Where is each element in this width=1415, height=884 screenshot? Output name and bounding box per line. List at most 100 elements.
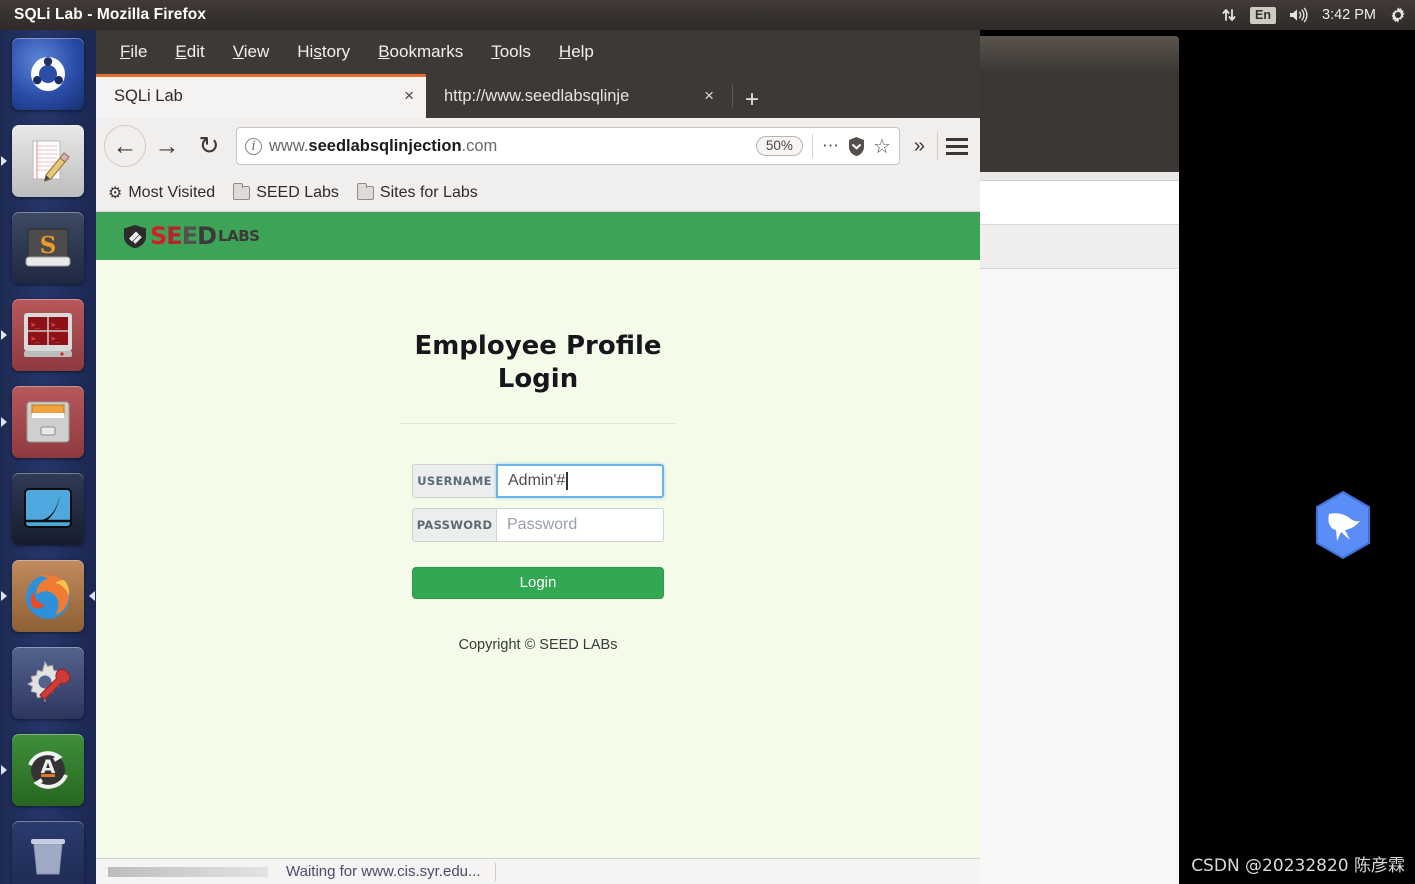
username-label: USERNAME	[412, 463, 496, 498]
username-value: Admin'#	[508, 471, 566, 489]
pocket-icon[interactable]	[847, 136, 866, 157]
gear-power-icon[interactable]	[1389, 6, 1407, 24]
web-page-viewport: SEED LABS Employee Profile Login USERNAM…	[96, 212, 980, 884]
clock[interactable]: 3:42 PM	[1322, 7, 1376, 23]
volume-icon[interactable]	[1289, 7, 1309, 23]
bookmark-seed-labs[interactable]: SEED Labs	[233, 182, 339, 202]
background-window-strip	[964, 172, 1179, 180]
launcher-item-system-settings[interactable]	[0, 639, 96, 726]
url-text: www.seedlabsqlinjection.com	[269, 137, 749, 156]
bookmarks-toolbar: ⚙ Most Visited SEED Labs Sites for Labs	[96, 174, 980, 212]
ellipsis-icon[interactable]: ⋯	[822, 136, 840, 156]
toolbar-divider	[937, 132, 938, 160]
launcher-item-ubuntu-dash[interactable]	[0, 30, 96, 117]
sublime-icon: S	[12, 211, 84, 284]
menu-history[interactable]: History	[297, 42, 350, 62]
url-suffix: .com	[461, 136, 498, 155]
focused-indicator-right	[89, 590, 95, 601]
launcher-item-sublime-text[interactable]: S	[0, 204, 96, 291]
password-row: PASSWORD Password	[412, 507, 664, 542]
new-tab-button[interactable]: +	[745, 88, 759, 112]
firefox-window: File Edit View History Bookmarks Tools H…	[96, 30, 980, 884]
copyright-text: Copyright © SEED LABs	[458, 636, 618, 653]
tab-title: http://www.seedlabsqlinje	[444, 86, 630, 105]
zoom-level-badge[interactable]: 50%	[755, 136, 803, 156]
menu-view[interactable]: View	[233, 42, 270, 62]
tab-sqli-lab[interactable]: SQLi Lab ×	[96, 74, 426, 118]
ubuntu-logo-icon	[12, 37, 84, 110]
firefox-icon	[12, 559, 84, 632]
bookmark-label: SEED Labs	[256, 183, 339, 201]
site-info-icon[interactable]: i	[245, 137, 262, 155]
tab-bar: SQLi Lab × http://www.seedlabsqlinje × +	[96, 74, 980, 118]
url-prefix: www.	[269, 136, 309, 155]
terminal-icon: >_ >_ >_ >_	[12, 298, 84, 371]
login-form: USERNAME Admin'# PASSWORD Password Login	[412, 463, 664, 599]
file-manager-icon	[12, 385, 84, 458]
forward-icon[interactable]: →	[146, 125, 188, 167]
gear-icon: ⚙	[108, 184, 123, 202]
menu-bar: File Edit View History Bookmarks Tools H…	[96, 30, 980, 74]
launcher-item-wireshark[interactable]	[0, 465, 96, 552]
menu-file[interactable]: File	[120, 42, 147, 62]
launcher-item-trash[interactable]	[0, 813, 96, 884]
tab-seedlabsqlinjection[interactable]: http://www.seedlabsqlinje ×	[426, 74, 726, 118]
title-divider	[400, 422, 676, 424]
background-window[interactable]	[964, 36, 1179, 884]
network-updown-icon[interactable]	[1221, 7, 1237, 23]
software-updater-icon: A	[12, 733, 84, 806]
folder-icon	[233, 182, 251, 200]
running-indicator-left	[1, 764, 7, 775]
labs-wordmark: LABS	[218, 227, 260, 245]
menu-tools[interactable]: Tools	[491, 42, 531, 62]
page-status-bar: Waiting for www.cis.syr.edu...	[96, 858, 980, 884]
login-container: Employee Profile Login USERNAME Admin'# …	[96, 260, 980, 653]
url-domain: seedlabsqlinjection	[308, 136, 462, 155]
bookmark-label: Most Visited	[128, 183, 216, 201]
ubuntu-launcher: S >_ >_ >_ >_ A	[0, 30, 96, 884]
bookmark-star-icon[interactable]: ☆	[873, 134, 891, 159]
seed-labs-logo[interactable]: SEED LABS	[122, 222, 260, 250]
username-input[interactable]: Admin'#	[496, 463, 664, 498]
tab-close-icon[interactable]: ×	[704, 86, 714, 106]
svg-text:>_: >_	[51, 335, 60, 343]
overflow-icon[interactable]: »	[906, 135, 933, 158]
page-title-line2: Login	[497, 364, 579, 395]
ubuntu-top-panel: SQLi Lab - Mozilla Firefox En 3:42 PM	[0, 0, 1415, 30]
desktop-screen: File Edit View History Bookmarks Tools H…	[0, 0, 1415, 884]
background-window-body	[964, 74, 1179, 172]
launcher-item-firefox[interactable]	[0, 552, 96, 639]
running-indicator-left	[1, 416, 7, 427]
url-divider	[811, 134, 813, 158]
reload-icon[interactable]: ↻	[188, 125, 230, 167]
menu-bookmarks[interactable]: Bookmarks	[378, 42, 463, 62]
tab-title: SQLi Lab	[114, 86, 183, 105]
loading-progress-bar	[108, 866, 268, 877]
page-title-line1: Employee Profile	[414, 331, 662, 361]
menu-help[interactable]: Help	[559, 42, 594, 62]
launcher-item-text-editor[interactable]	[0, 117, 96, 204]
page-title: Employee Profile Login	[414, 330, 661, 397]
launcher-item-terminator[interactable]: >_ >_ >_ >_	[0, 291, 96, 378]
password-input[interactable]: Password	[496, 507, 664, 542]
back-icon[interactable]: ←	[104, 125, 146, 167]
text-caret	[566, 471, 568, 490]
launcher-item-files[interactable]	[0, 378, 96, 465]
bookmark-most-visited[interactable]: ⚙ Most Visited	[108, 183, 215, 203]
launcher-item-software-updater[interactable]: A	[0, 726, 96, 813]
thunder-app-icon[interactable]	[1309, 488, 1377, 562]
url-bar[interactable]: i www.seedlabsqlinjection.com 50% ⋯ ☆	[236, 127, 900, 165]
background-window-content	[964, 268, 1179, 884]
gedit-icon	[12, 124, 84, 197]
hamburger-menu-icon[interactable]	[942, 125, 972, 167]
password-placeholder: Password	[507, 515, 578, 533]
bookmark-sites-for-labs[interactable]: Sites for Labs	[356, 182, 478, 202]
keyboard-layout-indicator[interactable]: En	[1250, 6, 1276, 24]
tab-close-icon[interactable]: ×	[404, 86, 414, 106]
trash-icon	[12, 820, 84, 884]
menu-edit[interactable]: Edit	[175, 42, 204, 62]
tab-separator	[732, 85, 733, 107]
svg-text:>_: >_	[51, 321, 60, 329]
login-button[interactable]: Login	[412, 566, 664, 599]
site-header: SEED LABS	[96, 212, 980, 260]
